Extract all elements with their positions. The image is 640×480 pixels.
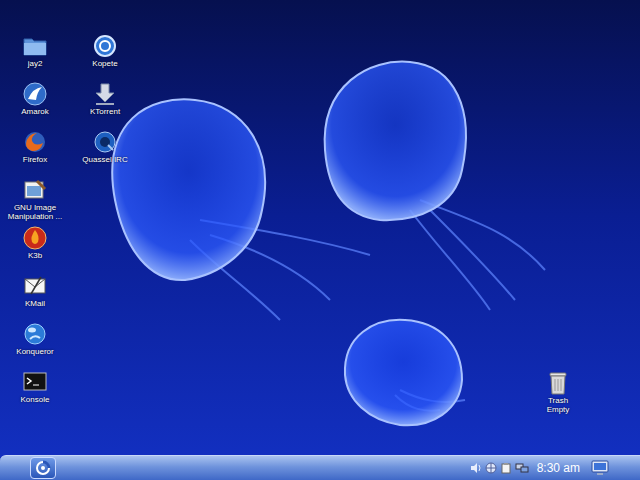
desktop-icon[interactable]: GNU Image Manipulation ... bbox=[5, 178, 65, 226]
desktop-icon[interactable]: K3b bbox=[5, 226, 65, 274]
desktop-icon[interactable]: KMail bbox=[5, 274, 65, 322]
icon-label: Firefox bbox=[5, 155, 65, 164]
taskbar: 8:30 am bbox=[0, 455, 640, 480]
trash-label: Trash bbox=[548, 396, 568, 405]
download-icon bbox=[93, 82, 117, 106]
icon-column: jay2 Amarok Firefox GNU Image Manipulation … bbox=[5, 34, 65, 418]
device-notifier[interactable] bbox=[590, 458, 610, 478]
monitor-icon bbox=[591, 459, 609, 477]
network-icon[interactable] bbox=[515, 462, 529, 474]
wolf-icon bbox=[23, 82, 47, 106]
globe-icon[interactable] bbox=[485, 462, 497, 474]
desktop-icons: jay2 Amarok Firefox GNU Image Manipulation … bbox=[0, 0, 640, 418]
icon-label: GNU Image Manipulation ... bbox=[5, 203, 65, 221]
quassel-icon bbox=[93, 130, 117, 154]
desktop-icon[interactable]: Amarok bbox=[5, 82, 65, 130]
k3b-icon bbox=[23, 226, 47, 250]
desktop-icon[interactable]: jay2 bbox=[5, 34, 65, 82]
icon-label: jay2 bbox=[5, 59, 65, 68]
icon-label: Amarok bbox=[5, 107, 65, 116]
desktop: jay2 Amarok Firefox GNU Image Manipulation … bbox=[0, 0, 640, 480]
jellyfish-wallpaper bbox=[0, 0, 640, 480]
trash-status: Empty bbox=[547, 405, 570, 414]
terminal-icon bbox=[23, 370, 47, 394]
konqueror-icon bbox=[23, 322, 47, 346]
icon-label: KTorrent bbox=[75, 107, 135, 116]
icon-column: Kopete KTorrent Quassel IRC bbox=[75, 34, 135, 418]
desktop-icon[interactable]: Kopete bbox=[75, 34, 135, 82]
clipboard-icon[interactable] bbox=[500, 462, 512, 474]
gimp-icon bbox=[23, 178, 47, 202]
folder-icon bbox=[23, 34, 47, 58]
icon-label: KMail bbox=[5, 299, 65, 308]
system-tray bbox=[470, 462, 529, 474]
desktop-icon[interactable]: Firefox bbox=[5, 130, 65, 178]
kopete-icon bbox=[93, 34, 117, 58]
mail-icon bbox=[23, 274, 47, 298]
desktop-icon[interactable]: KTorrent bbox=[75, 82, 135, 130]
desktop-icon[interactable]: Konqueror bbox=[5, 322, 65, 370]
kde-logo-icon bbox=[35, 460, 51, 476]
application-launcher[interactable] bbox=[30, 457, 56, 479]
firefox-icon bbox=[23, 130, 47, 154]
icon-label: Kopete bbox=[75, 59, 135, 68]
desktop-icon[interactable]: Quassel IRC bbox=[75, 130, 135, 178]
icon-label: Quassel IRC bbox=[75, 155, 135, 164]
icon-label: K3b bbox=[5, 251, 65, 260]
clock[interactable]: 8:30 am bbox=[537, 461, 580, 475]
desktop-icon[interactable]: Konsole bbox=[5, 370, 65, 418]
icon-label: Konqueror bbox=[5, 347, 65, 356]
trash-can-icon bbox=[547, 370, 569, 396]
trash[interactable]: TrashEmpty bbox=[528, 370, 588, 414]
icon-label: Konsole bbox=[5, 395, 65, 404]
speaker-icon[interactable] bbox=[470, 462, 482, 474]
